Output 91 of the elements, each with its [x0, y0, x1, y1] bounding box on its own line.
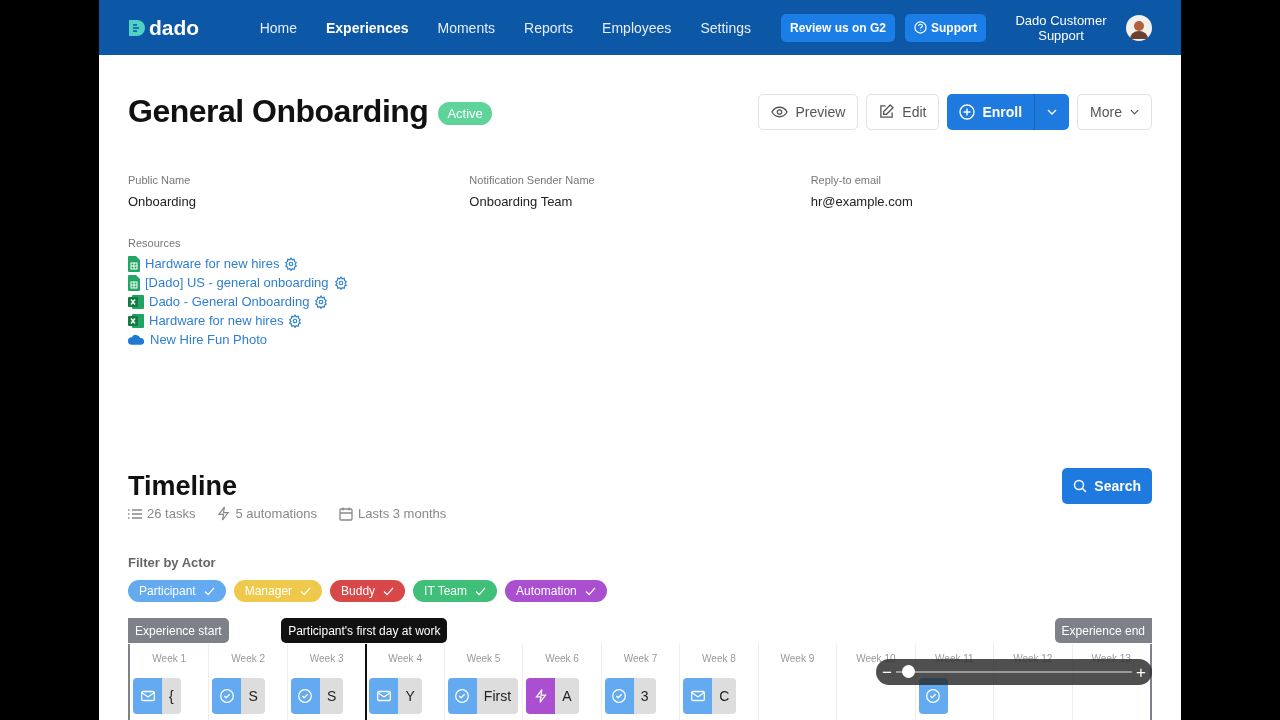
- task-title: {: [169, 688, 174, 704]
- resource-link[interactable]: Hardware for new hires: [145, 256, 280, 271]
- week-label: Week 9: [780, 653, 815, 664]
- resource-link[interactable]: Dado - General Onboarding: [149, 294, 310, 309]
- enroll-dropdown-button[interactable]: [1034, 93, 1070, 130]
- week-label: Week 2: [231, 653, 266, 664]
- resource-link[interactable]: New Hire Fun Photo: [150, 332, 268, 347]
- avatar[interactable]: [1126, 14, 1152, 41]
- filter-chip[interactable]: Automation: [505, 580, 607, 602]
- nav-link[interactable]: Employees: [602, 19, 672, 36]
- plus-circle-icon: [959, 103, 976, 120]
- resource-link[interactable]: Hardware for new hires: [149, 313, 284, 328]
- check-circle-icon: [296, 687, 315, 705]
- nav-link[interactable]: Moments: [437, 19, 496, 36]
- eye-icon: [770, 105, 788, 118]
- task-title: A: [562, 688, 572, 704]
- field-label: Resources: [128, 237, 182, 249]
- slider-thumb[interactable]: [901, 665, 915, 678]
- logo-icon: [128, 18, 146, 37]
- page-title: General Onboarding: [128, 93, 429, 130]
- preview-button[interactable]: Preview: [757, 93, 859, 130]
- week-label: Week 8: [702, 653, 736, 664]
- stat-text: 5 automations: [235, 506, 318, 521]
- support-button[interactable]: Support: [905, 13, 986, 42]
- settings-icon[interactable]: [284, 256, 299, 271]
- settings-icon[interactable]: [333, 275, 348, 290]
- filter-label: Filter by Actor: [128, 555, 217, 570]
- settings-icon[interactable]: [314, 294, 329, 309]
- stat-text: 26 tasks: [147, 506, 196, 521]
- filter-chip[interactable]: Buddy: [330, 580, 406, 602]
- edit-icon: [879, 104, 895, 119]
- caret-icon: [1047, 108, 1058, 115]
- week-label: Week 6: [545, 653, 579, 664]
- task-title: C: [719, 688, 730, 704]
- enroll-button[interactable]: Enroll: [947, 93, 1035, 130]
- week-label: Week 5: [466, 653, 501, 664]
- check-circle-icon: [453, 687, 472, 705]
- task-title: S: [248, 688, 258, 704]
- list-icon: [128, 507, 142, 520]
- field-label: Public Name: [128, 174, 192, 186]
- task-title: Y: [405, 688, 415, 704]
- spreadsheet-icon: [128, 313, 144, 328]
- zoom-in-button[interactable]: +: [1136, 663, 1146, 681]
- timeline-marker: Participant's first day at work: [281, 618, 448, 643]
- check-circle-icon: [217, 687, 236, 705]
- timeline-marker: Experience end: [1054, 618, 1152, 643]
- check-icon: [203, 586, 215, 596]
- more-button[interactable]: More: [1077, 93, 1152, 130]
- week-label: Week 1: [152, 653, 187, 664]
- field-value: Onboarding Team: [469, 194, 574, 209]
- search-button[interactable]: Search: [1062, 468, 1152, 504]
- stat-text: Lasts 3 months: [358, 506, 447, 521]
- field-value: Onboarding: [128, 194, 197, 209]
- search-icon: [1073, 479, 1088, 493]
- task-title: 3: [640, 688, 649, 704]
- spreadsheet-icon: [128, 255, 140, 272]
- task-title: S: [326, 688, 337, 704]
- nav-link[interactable]: Experiences: [326, 19, 409, 36]
- spreadsheet-icon: [128, 294, 144, 309]
- task-title: First: [483, 688, 512, 704]
- nav-link[interactable]: Home: [259, 19, 297, 36]
- bolt-icon: [217, 506, 231, 521]
- caret-icon: [1130, 108, 1139, 115]
- week-label: Week 7: [623, 653, 658, 664]
- timeline-marker: Experience start: [128, 618, 229, 643]
- logo-text[interactable]: dado: [149, 15, 200, 40]
- field-label: Reply-to email: [810, 174, 882, 186]
- check-icon: [475, 586, 487, 596]
- section-title: Timeline: [128, 470, 238, 502]
- zoom-out-button[interactable]: −: [882, 663, 892, 681]
- spreadsheet-icon: [128, 274, 140, 291]
- review-button[interactable]: Review us on G2: [780, 13, 895, 42]
- settings-icon[interactable]: [288, 313, 303, 328]
- resource-link[interactable]: [Dado] US - general onboarding: [145, 275, 329, 290]
- check-circle-icon: [610, 687, 629, 705]
- week-label: Week 3: [309, 653, 344, 664]
- nav-link[interactable]: Settings: [700, 19, 751, 36]
- help-icon: [914, 21, 927, 34]
- check-icon: [383, 586, 395, 596]
- check-icon: [584, 586, 596, 596]
- cloud-icon: [128, 334, 145, 345]
- nav-link[interactable]: Reports: [524, 19, 574, 36]
- week-label: Week 4: [388, 653, 422, 664]
- calendar-icon: [339, 506, 354, 521]
- user-name[interactable]: Dado Customer Support: [1006, 12, 1116, 43]
- check-circle-icon: [924, 687, 943, 705]
- field-value: hr@example.com: [810, 194, 914, 209]
- check-icon: [300, 586, 312, 596]
- status-badge: Active: [438, 102, 492, 125]
- edit-button[interactable]: Edit: [866, 93, 940, 130]
- field-label: Notification Sender Name: [469, 174, 596, 186]
